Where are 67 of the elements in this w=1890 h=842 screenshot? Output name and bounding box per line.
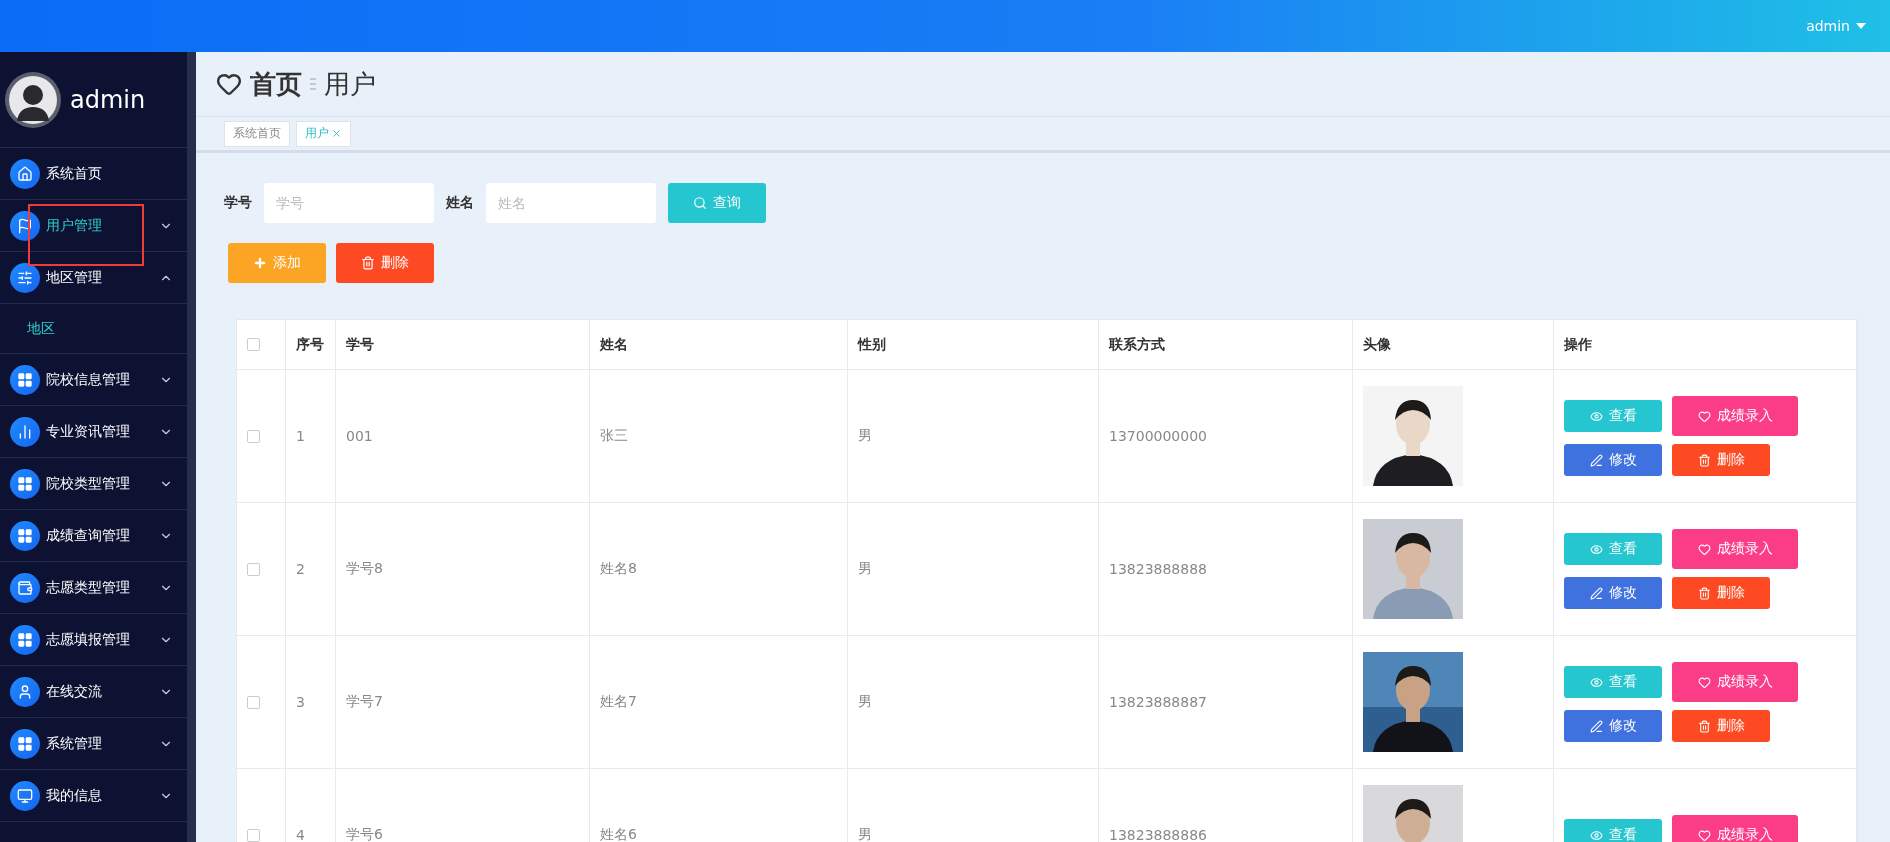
table-cell: 学号8 — [346, 560, 383, 578]
edit-button[interactable]: 修改 — [1564, 444, 1662, 476]
field-label: 学号 — [224, 194, 252, 212]
menu-item[interactable]: 院校类型管理 — [0, 458, 187, 510]
table-cell: 学号7 — [346, 693, 383, 711]
column-header: 性别 — [858, 335, 886, 354]
input-field[interactable]: 学号 — [264, 183, 434, 223]
column-header: 头像 — [1363, 335, 1391, 354]
column-header: 操作 — [1564, 335, 1592, 354]
score-entry-button[interactable]: 成绩录入 — [1672, 396, 1798, 436]
edit-button[interactable]: 修改 — [1564, 577, 1662, 609]
table-cell: 张三 — [600, 427, 628, 445]
table-cell: 姓名8 — [600, 560, 637, 578]
table-cell: 2 — [296, 561, 305, 577]
column-header: 姓名 — [600, 335, 628, 354]
table-cell: 4 — [296, 827, 305, 842]
table-cell: 男 — [858, 826, 872, 842]
score-entry-button[interactable]: 成绩录入 — [1672, 529, 1798, 569]
score-entry-button[interactable]: 成绩录入 — [1672, 815, 1798, 842]
score-entry-button[interactable]: 成绩录入 — [1672, 662, 1798, 702]
column-header: 联系方式 — [1109, 335, 1165, 354]
sidebar-user-name: admin — [70, 85, 146, 114]
table-cell: 13823888886 — [1109, 827, 1207, 842]
view-button[interactable]: 查看 — [1564, 819, 1662, 842]
submenu-item[interactable]: 地区 — [0, 304, 187, 354]
menu-item[interactable]: 成绩查询管理 — [0, 510, 187, 562]
table-cell: 男 — [858, 560, 872, 578]
table-cell: 男 — [858, 693, 872, 711]
edit-button[interactable]: 修改 — [1564, 710, 1662, 742]
input-field[interactable]: 姓名 — [486, 183, 656, 223]
table-cell: 13700000000 — [1109, 428, 1207, 444]
tab[interactable]: 用户 — [296, 120, 351, 147]
table-cell: 男 — [858, 427, 872, 445]
add-button[interactable]: 添加 — [228, 243, 326, 283]
table-cell: 13823888887 — [1109, 694, 1207, 710]
table-cell: 13823888888 — [1109, 561, 1207, 577]
delete-button[interactable]: 删除 — [1672, 444, 1770, 476]
page-subtitle: 用户 — [324, 67, 376, 101]
table-cell: 学号6 — [346, 826, 383, 842]
view-button[interactable]: 查看 — [1564, 533, 1662, 565]
search-button[interactable]: 查询 — [668, 183, 766, 223]
delete-button[interactable]: 删除 — [336, 243, 434, 283]
view-button[interactable]: 查看 — [1564, 666, 1662, 698]
table-cell: 3 — [296, 694, 305, 710]
delete-button[interactable]: 删除 — [1672, 577, 1770, 609]
tab[interactable]: 系统首页 — [224, 120, 290, 147]
menu-item[interactable]: 我的信息 — [0, 770, 187, 822]
table-cell: 姓名7 — [600, 693, 637, 711]
field-label: 姓名 — [446, 194, 474, 212]
menu-item[interactable]: 地区管理 — [0, 252, 187, 304]
menu-item[interactable]: 志愿填报管理 — [0, 614, 187, 666]
table-cell: 1 — [296, 428, 305, 444]
menu-item[interactable]: 在线交流 — [0, 666, 187, 718]
menu-item[interactable]: 志愿类型管理 — [0, 562, 187, 614]
delete-button[interactable]: 删除 — [1672, 710, 1770, 742]
table-cell: 姓名6 — [600, 826, 637, 842]
page-title: 首页 — [250, 67, 302, 101]
menu-item[interactable]: 院校信息管理 — [0, 354, 187, 406]
menu-item[interactable]: 专业资讯管理 — [0, 406, 187, 458]
user-name[interactable]: admin — [1806, 18, 1850, 34]
column-header: 学号 — [346, 335, 374, 354]
view-button[interactable]: 查看 — [1564, 400, 1662, 432]
menu-item[interactable]: 系统管理 — [0, 718, 187, 770]
menu-item[interactable]: 系统首页 — [0, 148, 187, 200]
column-header: 序号 — [296, 335, 324, 354]
table-cell: 001 — [346, 428, 373, 444]
menu-item[interactable]: 用户管理 — [0, 200, 187, 252]
